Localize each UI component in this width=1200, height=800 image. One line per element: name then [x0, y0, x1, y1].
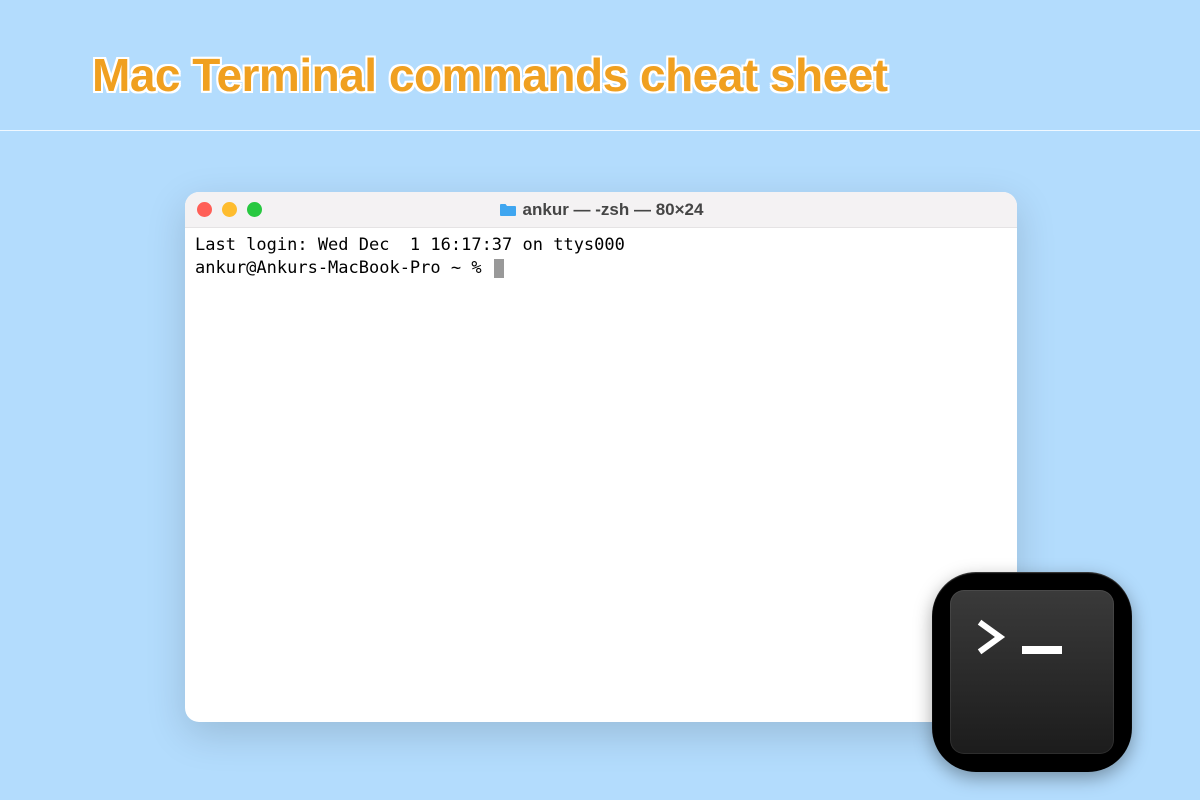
window-title: ankur — -zsh — 80×24	[185, 200, 1017, 220]
traffic-lights	[197, 202, 262, 217]
terminal-app-icon	[932, 572, 1132, 772]
folder-icon	[499, 203, 517, 217]
divider	[0, 130, 1200, 131]
page-title: Mac Terminal commands cheat sheet	[0, 0, 1200, 126]
shell-prompt: ankur@Ankurs-MacBook-Pro ~ %	[195, 258, 492, 278]
maximize-button[interactable]	[247, 202, 262, 217]
close-button[interactable]	[197, 202, 212, 217]
terminal-window: ankur — -zsh — 80×24 Last login: Wed Dec…	[185, 192, 1017, 722]
prompt-line: ankur@Ankurs-MacBook-Pro ~ %	[195, 257, 1007, 280]
title-bar[interactable]: ankur — -zsh — 80×24	[185, 192, 1017, 228]
window-title-text: ankur — -zsh — 80×24	[523, 200, 704, 220]
terminal-app-icon-screen	[950, 590, 1114, 754]
cursor-icon	[494, 259, 504, 278]
underscore-icon	[1022, 646, 1062, 654]
terminal-app-icon-prompt	[974, 618, 1062, 656]
chevron-right-icon	[974, 618, 1012, 656]
minimize-button[interactable]	[222, 202, 237, 217]
last-login-line: Last login: Wed Dec 1 16:17:37 on ttys00…	[195, 234, 1007, 257]
terminal-body[interactable]: Last login: Wed Dec 1 16:17:37 on ttys00…	[185, 228, 1017, 286]
